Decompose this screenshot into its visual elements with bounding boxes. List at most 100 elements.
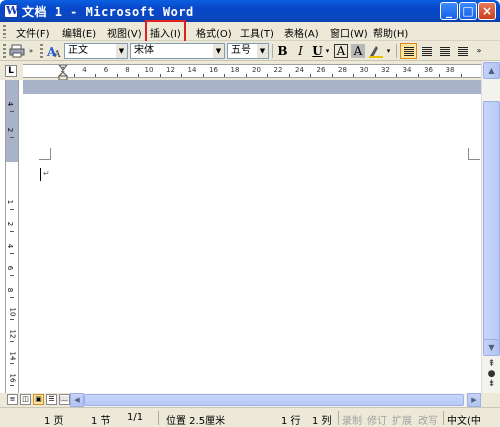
vertical-scroll-thumb[interactable] [483,101,500,341]
margin-corner-marker [39,148,51,160]
menu-format[interactable]: 格式(O) [196,25,232,40]
chevron-down-icon: ▼ [116,44,127,58]
vertical-ruler-margin [6,80,18,162]
ruler-label: 6 [103,66,109,74]
outline-view-icon[interactable]: ☰ [46,394,57,405]
toolbar-options-icon[interactable]: » [27,43,35,59]
toolbar-options-icon[interactable]: » [474,43,484,59]
window-title: 文档 1 - Microsoft Word [22,5,194,19]
align-left-button[interactable] [400,43,417,59]
vertical-ruler-label: 1 [6,199,15,205]
ruler-tick [245,74,247,77]
vertical-ruler[interactable]: 4 2 1 2 4 6 8 10 12 14 16 [5,80,19,393]
highlight-icon[interactable] [368,43,384,59]
ruler-tick [95,74,97,77]
status-section: 1 节 [91,416,111,427]
menu-insert[interactable]: 插入(I) [145,20,186,45]
ruler-tick [159,74,161,77]
print-icon[interactable] [9,43,25,59]
web-view-icon[interactable]: ◫ [20,394,31,405]
status-separator [338,411,339,425]
reading-view-icon[interactable]: 📖 [59,394,70,405]
toolbar-separator [272,44,273,58]
highlight-dropdown-icon[interactable]: ▾ [385,43,392,59]
underline-dropdown-icon[interactable]: ▾ [324,43,331,59]
ruler-tick [353,74,355,77]
ruler-label: 4 [82,66,87,74]
align-center-button[interactable] [418,43,435,59]
bold-button[interactable]: B [274,43,291,59]
align-right-button[interactable] [436,43,453,59]
tab-selector[interactable]: L [5,65,17,77]
title-bar: W 文档 1 - Microsoft Word _ □ × [0,0,500,22]
menubar-grip[interactable] [3,25,6,38]
vertical-ruler-label: 14 [8,351,17,361]
scroll-up-button[interactable]: ▲ [483,62,500,79]
svg-text:A: A [53,50,61,59]
justify-button[interactable] [454,43,471,59]
ruler-label: 14 [187,66,197,74]
font-size-value: 五号 [231,45,251,56]
scroll-left-button[interactable]: ◀ [70,393,84,407]
ruler-tick [267,74,269,77]
status-language: 中文(中 [447,416,481,427]
horizontal-ruler[interactable]: 2 4 6 8 10 12 14 16 18 20 22 24 26 28 30 32 34 36 38 [23,64,481,81]
ruler-tick [181,74,183,77]
vertical-ruler-label: 2 [6,221,15,227]
vertical-ruler-tick [10,341,14,342]
status-position: 位置 2.5厘米 [166,416,226,427]
font-size-select[interactable]: 五号 ▼ [227,43,269,59]
character-border-button[interactable]: A [334,44,348,58]
ruler-label: 8 [125,66,130,74]
minimize-button[interactable]: _ [440,2,458,20]
maximize-button[interactable]: □ [459,2,477,20]
menu-tools[interactable]: 工具(T) [240,25,274,40]
menu-window[interactable]: 窗口(W) [330,25,368,40]
horizontal-scrollbar[interactable]: ◀ ▶ [70,393,481,407]
normal-view-icon[interactable]: ≡ [7,394,18,405]
scroll-right-button[interactable]: ▶ [467,393,481,407]
ruler-tick [202,74,204,77]
menu-view[interactable]: 视图(V) [107,25,142,40]
select-browse-object-icon[interactable]: ● [485,369,498,379]
menu-file[interactable]: 文件(F) [16,25,50,40]
menu-help[interactable]: 帮助(H) [373,25,408,40]
styles-pane-icon[interactable]: AA [46,43,62,60]
font-select[interactable]: 宋体 ▼ [130,43,225,59]
status-extend[interactable]: 扩展 [392,412,412,427]
vertical-ruler-label: 4 [6,101,15,107]
ruler-tick [396,74,398,77]
ruler-label: 26 [316,66,326,74]
document-page[interactable]: ↵ [23,94,481,393]
previous-page-icon[interactable]: ⇞ [485,359,498,369]
menu-table[interactable]: 表格(A) [284,25,319,40]
ruler-label: 2 [60,66,66,74]
close-button[interactable]: × [478,2,496,20]
italic-button[interactable]: I [292,43,309,59]
scroll-down-button[interactable]: ▼ [483,339,500,356]
status-overwrite[interactable]: 改写 [418,412,438,427]
ruler-label: 22 [273,66,283,74]
toolbar-grip[interactable] [3,44,6,58]
ruler-tick [310,74,312,77]
horizontal-scroll-thumb[interactable] [84,394,464,406]
next-page-icon[interactable]: ⇟ [485,379,498,389]
status-record[interactable]: 录制 [342,412,362,427]
status-page: 1 页 [44,416,64,427]
ruler-tick [439,74,441,77]
vertical-ruler-tick [10,275,14,276]
style-select[interactable]: 正文 ▼ [64,43,128,59]
character-shading-button[interactable]: A [351,44,365,58]
word-app-icon[interactable]: W [4,4,18,18]
menu-edit[interactable]: 编辑(E) [62,25,96,40]
align-right-icon [440,47,450,56]
align-center-icon [422,47,432,56]
vertical-scrollbar[interactable]: ▲ ▼ ⇞ ● ⇟ [481,61,500,393]
vertical-ruler-label: 16 [8,373,17,383]
toolbar-grip-2[interactable] [40,44,43,58]
print-layout-icon[interactable]: ▣ [33,394,44,405]
status-revise[interactable]: 修订 [367,412,387,427]
ruler-tick [460,74,462,77]
vertical-ruler-tick [10,137,14,138]
ruler-label: 24 [295,66,304,74]
